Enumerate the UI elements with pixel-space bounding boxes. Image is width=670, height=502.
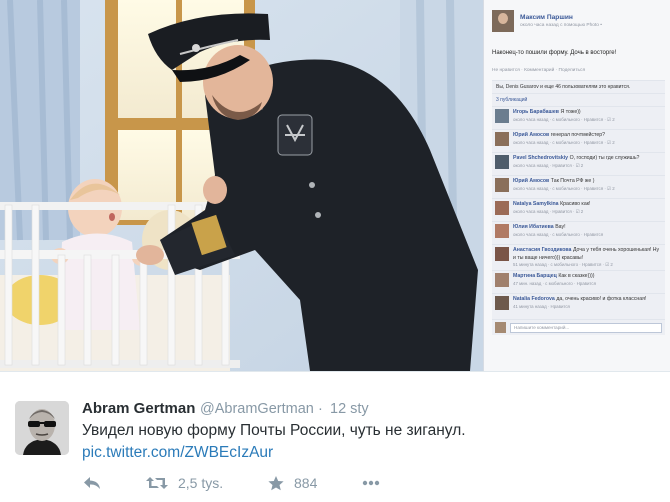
fb-likes-summary: Вы, Denis Gusarov и еще 46 пользователям… [492,80,665,93]
fb-comment-meta: около часа назад · с мобильного · Нравит… [513,139,615,145]
fb-post-meta: около часа назад с помощью Photo • [520,23,602,28]
fb-comment: Юрий Амосов генерал почтмейстер? около ча… [492,129,665,152]
fb-comment-meta: 41 минута назад · Нравится [513,303,570,309]
fb-comment-author: Анастасия Гвоздикова [513,247,572,253]
fb-comment: Игорь Барабашев Я тоже)) около часа назад… [492,106,665,129]
tweet-author-handle[interactable]: @AbramGertman [200,401,314,417]
fb-comment-text: генерал почтмейстер? [550,132,605,138]
fb-comment-input: Напишите комментарий... [510,322,662,333]
tweet-text: Увидел новую форму Почты России, чуть не… [82,422,466,439]
fb-comment: Natalya Samylkina Красиво как! около часа… [492,198,665,221]
fb-comments-list: Игорь Барабашев Я тоже)) около часа назад… [492,106,665,319]
fb-post-text: Наконец-то пошили форму. Дочь в восторге… [492,50,617,56]
retweet-count: 2,5 tys. [178,475,224,491]
fb-poster-avatar [492,10,514,32]
fb-comment-author: Юлия Ибатиева [513,224,554,230]
reply-button[interactable] [83,474,101,492]
fb-comment-text: Как в сказке)))) [558,273,595,279]
favorite-button[interactable]: 884 [268,474,317,492]
reply-icon [83,476,101,490]
fb-write-comment: Напишите комментарий... [492,319,665,335]
fb-comment-avatar [495,201,509,215]
fb-poster-name: Максим Паршин [520,14,573,21]
fb-comment-avatar [495,273,509,287]
fb-comment-avatar [495,132,509,146]
retweet-icon [146,476,168,490]
fb-comment: Юлия Ибатиева Вау! около часа назад · с м… [492,221,665,244]
tweet-separator: · [318,401,323,417]
fb-comment-avatar [495,224,509,238]
fb-comment-meta: 51 минута назад · с мобильного · Нравитс… [513,262,613,268]
retweet-button[interactable]: 2,5 tys. [146,474,223,492]
fb-shares-count: 3 публикаций [492,93,665,106]
avatar[interactable] [15,401,69,455]
fb-comment-author: Игорь Барабашев [513,109,559,115]
fb-comment-avatar [495,155,509,169]
tweet-timestamp[interactable]: 12 sty [330,401,369,417]
page: Максим Паршин около часа назад с помощью… [0,0,670,502]
fb-comment-meta: около часа назад · Нравится · ☑ 2 [513,162,584,168]
fb-comment: Юрий Амосов Так Почта РФ же ) около часа … [492,175,665,198]
fb-comment: Natalia Fedorova да, очень красиво! и фо… [492,293,665,319]
fb-comment: Мартина Барщец Как в сказке)))) 47 мин. н… [492,270,665,293]
facebook-post-panel: Максим Паршин около часа назад с помощью… [483,0,670,371]
fb-comment-author: Юрий Амосов [513,132,550,138]
fb-comment-author: Юрий Амосов [513,178,550,184]
fb-post-actions: Не нравится · Комментарий · Поделиться [492,68,586,73]
photo-man-in-uniform-and-baby [0,0,483,371]
fb-comment-meta: около часа назад · с мобильного · Нравит… [513,185,615,191]
fb-comment-author: Pavel Shchedrovitskiy [513,155,569,161]
star-icon [268,475,284,491]
fb-comment: Pavel Shchedrovitskiy О, господи) ты где… [492,152,665,175]
fb-comment-avatar [495,296,509,310]
tweet-media-link[interactable]: pic.twitter.com/ZWBEcIzAur [82,444,273,462]
fb-comment-text: Вау! [555,224,566,230]
fb-comment-meta: около часа назад · с мобильного · Нравит… [513,231,604,237]
fb-comment-author: Natalia Fedorova [513,296,555,302]
fb-comment: Анастасия Гвоздикова Доча у тебя очень х… [492,244,665,270]
more-dots-icon [362,480,380,486]
favorite-count: 884 [294,475,318,491]
fb-comment-meta: 47 мин. назад · с мобильного · Нравится [513,280,596,286]
fb-comment-meta: около часа назад · с мобильного · Нравит… [513,116,615,122]
fb-comment-meta: около часа назад · Нравится · ☑ 2 [513,208,584,214]
fb-comment-avatar [495,178,509,192]
fb-post-header: Максим Паршин около часа назад с помощью… [492,6,665,36]
fb-comment-text: да, очень красиво! и фотка классная! [556,296,647,302]
fb-comment-author: Мартина Барщец [513,273,557,279]
fb-current-user-avatar [495,322,506,333]
fb-comment-avatar [495,247,509,261]
fb-comment-text: О, господи) ты где служишь? [569,155,640,161]
fb-comment-text: Так Почта РФ же ) [550,178,595,184]
tweet-photo[interactable]: Максим Паршин около часа назад с помощью… [0,0,670,371]
fb-comment-author: Natalya Samylkina [513,201,559,207]
tweet: Abram Gertman @AbramGertman · 12 sty Уви… [0,371,670,502]
more-button[interactable] [362,474,380,492]
fb-comment-avatar [495,109,509,123]
fb-comment-text: Красиво как! [560,201,591,207]
fb-comment-text: Я тоже)) [560,109,581,115]
tweet-author-name[interactable]: Abram Gertman [82,400,195,417]
